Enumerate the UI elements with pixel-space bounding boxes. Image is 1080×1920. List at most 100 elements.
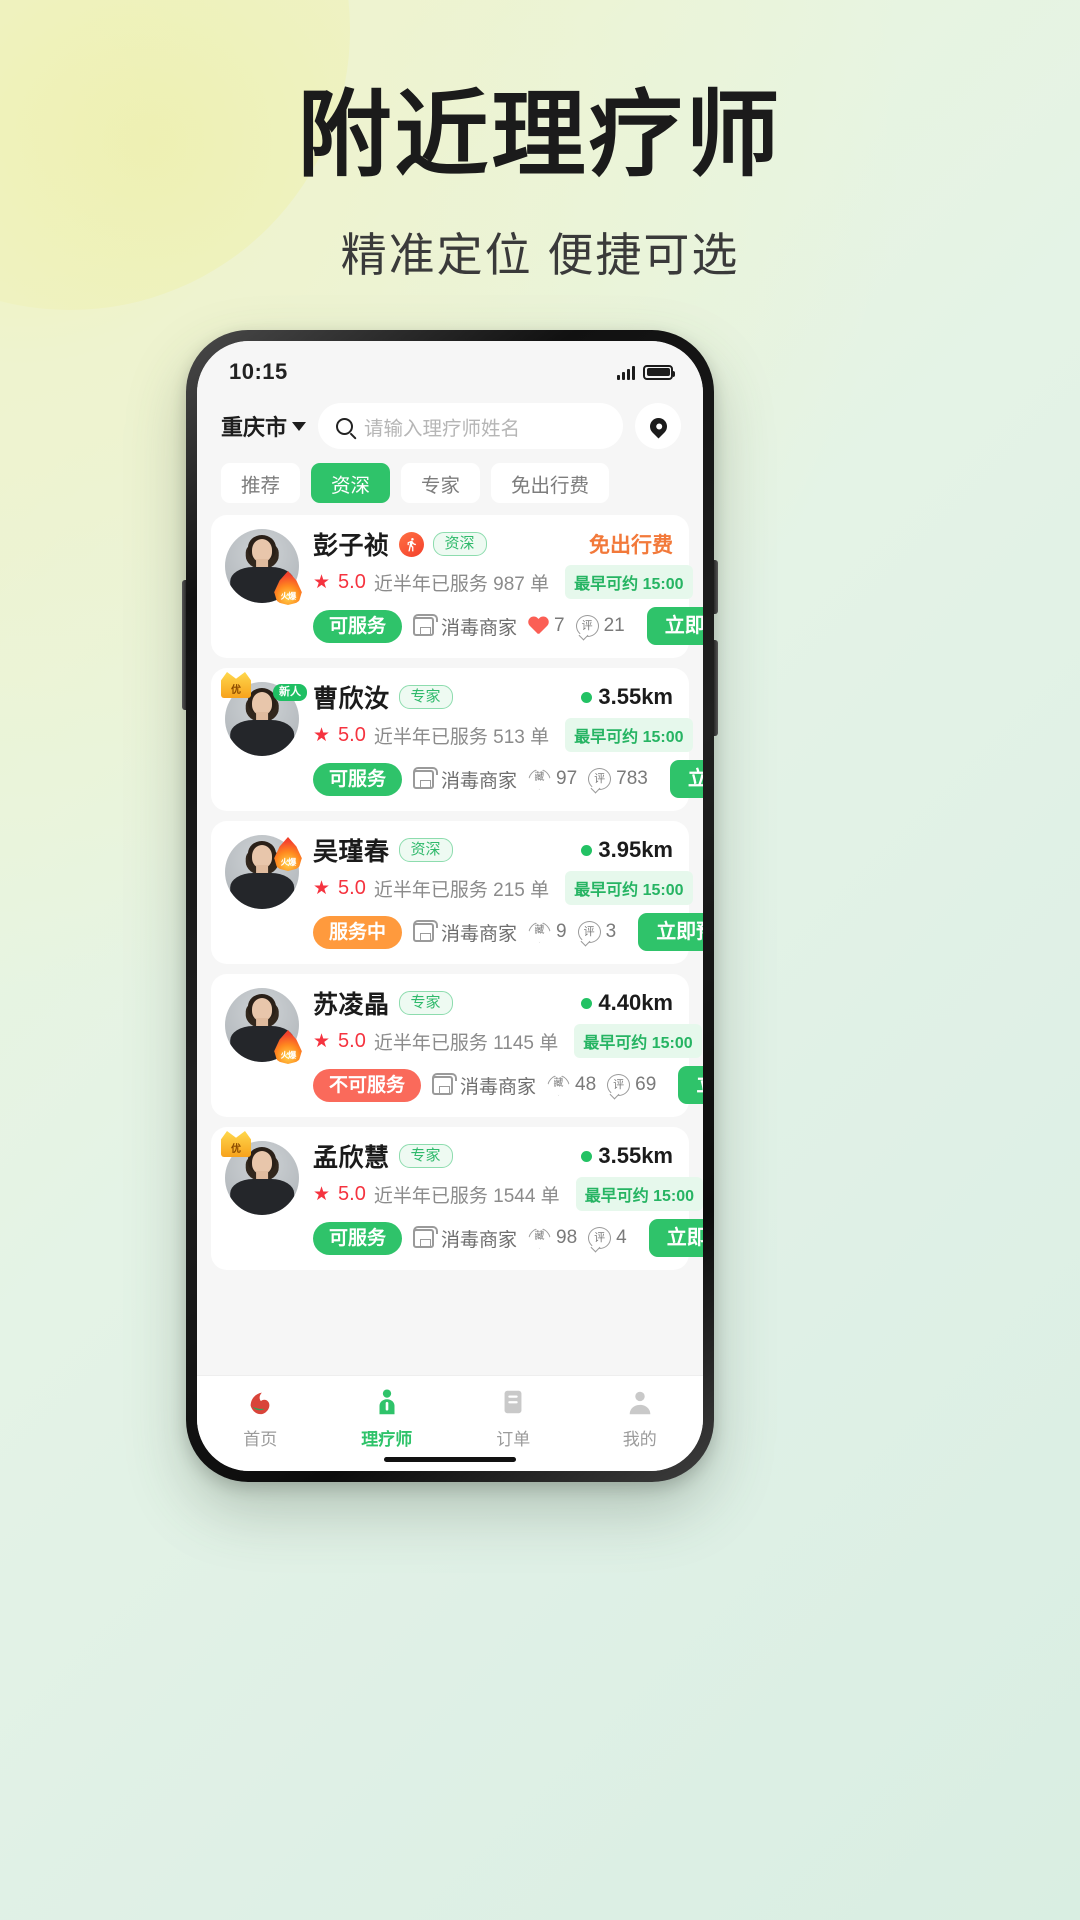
- heart-icon: [528, 617, 549, 636]
- home-indicator: [384, 1457, 516, 1462]
- premium-crown-badge: 优: [221, 672, 251, 698]
- distance-label: 3.95km: [581, 837, 673, 863]
- earliest-slot-badge: 最早可约 15:00: [574, 1024, 702, 1058]
- served-count: 近半年已服务 1145 单: [373, 1032, 559, 1054]
- therapist-name: 彭子祯: [313, 532, 390, 560]
- city-label: 重庆市: [221, 415, 288, 440]
- phone-screen: 10:15 重庆市 请输入理疗师姓名 推荐 资深 专家 免出行费 火爆 彭子祯 …: [197, 341, 703, 1471]
- distance-label: 3.55km: [581, 684, 673, 710]
- comment-count: 3: [605, 921, 617, 942]
- comment-metric: 评 69: [607, 1074, 656, 1096]
- rating-value: 5.0: [338, 876, 366, 899]
- filter-tab-recommended[interactable]: 推荐: [221, 463, 301, 503]
- served-count: 近半年已服务 987 单: [373, 573, 550, 595]
- like-count: 97: [556, 768, 578, 789]
- comment-icon: 评: [575, 615, 599, 637]
- therapist-list[interactable]: 火爆 彭子祯 资深 免出行费 ★ 5.0 近半年已服务 987 单 最早可约 1…: [197, 515, 703, 1375]
- distance-label: 3.55km: [581, 1143, 673, 1169]
- comment-icon: 评: [588, 768, 612, 790]
- comment-count: 21: [603, 615, 625, 636]
- like-metric: 7: [528, 615, 565, 637]
- free-trip-label: 免出行费: [589, 534, 673, 557]
- therapist-name: 苏凌晶: [313, 991, 390, 1019]
- filter-tabs: 推荐 资深 专家 免出行费: [197, 459, 703, 515]
- therapist-card[interactable]: 火爆 彭子祯 资深 免出行费 ★ 5.0 近半年已服务 987 单 最早可约 1…: [211, 515, 703, 658]
- star-icon: ★: [313, 1183, 331, 1205]
- city-selector[interactable]: 重庆市: [221, 410, 307, 442]
- location-dot-icon: [581, 997, 593, 1009]
- therapist-card[interactable]: 火爆 吴瑾春 资深 3.95km ★ 5.0 近半年已服务 215 单 最早可约…: [211, 821, 703, 964]
- comment-count: 4: [616, 1227, 627, 1248]
- distance-label: 4.40km: [581, 990, 673, 1016]
- filter-tab-senior[interactable]: 资深: [311, 463, 391, 503]
- status-time: 10:15: [229, 359, 288, 384]
- comment-icon: 评: [588, 1227, 612, 1249]
- level-tag: 专家: [398, 684, 453, 710]
- like-metric: 藏 97: [528, 768, 577, 790]
- nav-label-profile: 我的: [622, 1430, 657, 1449]
- filter-tab-free-trip[interactable]: 免出行费: [491, 463, 610, 503]
- nav-label-home: 首页: [243, 1430, 278, 1449]
- therapist-info: 曹欣汝 专家 3.55km ★ 5.0 近半年已服务 513 单 最早可约 15…: [313, 682, 703, 798]
- comment-count: 69: [635, 1074, 657, 1095]
- shop-icon: [432, 1072, 458, 1095]
- shop-icon: [413, 1225, 439, 1248]
- nav-item-orders[interactable]: 订单: [450, 1386, 577, 1450]
- sterilized-merchant: 消毒商家: [413, 613, 517, 640]
- location-button[interactable]: [635, 403, 681, 449]
- book-now-button[interactable]: 立即预约: [669, 760, 703, 798]
- earliest-slot-badge: 最早可约 15:00: [565, 871, 693, 905]
- star-icon: ★: [313, 1030, 331, 1052]
- comment-count: 783: [616, 768, 648, 789]
- sterilized-merchant-label: 消毒商家: [460, 1076, 537, 1098]
- like-count: 9: [556, 921, 567, 942]
- nav-item-profile[interactable]: 我的: [577, 1386, 704, 1450]
- search-input[interactable]: 请输入理疗师姓名: [318, 403, 623, 449]
- avatar: 火爆: [225, 835, 302, 909]
- therapist-card[interactable]: 火爆 苏凌晶 专家 4.40km ★ 5.0 近半年已服务 1145 单 最早可…: [211, 974, 703, 1117]
- served-count: 近半年已服务 1544 单: [373, 1185, 560, 1207]
- book-now-button[interactable]: 立即预约: [648, 1219, 703, 1257]
- hot-badge-label: 火爆: [280, 591, 297, 601]
- therapist-card[interactable]: 优 新人 曹欣汝 专家 3.55km ★ 5.0 近半年已服务 513 单 最早…: [211, 668, 703, 811]
- therapist-info: 苏凌晶 专家 4.40km ★ 5.0 近半年已服务 1145 单 最早可约 1…: [313, 988, 703, 1104]
- sterilized-merchant: 消毒商家: [413, 766, 517, 793]
- sterilized-merchant: 消毒商家: [413, 919, 517, 946]
- hot-flame-badge: 火爆: [271, 565, 305, 605]
- like-metric: 藏 9: [528, 921, 567, 943]
- therapist-card[interactable]: 优 孟欣慧 专家 3.55km ★ 5.0 近半年已服务 1544 单 最早可约…: [211, 1127, 703, 1270]
- status-badge: 可服务: [313, 609, 403, 643]
- status-badge: 不可服务: [313, 1068, 422, 1102]
- shop-icon: [413, 919, 439, 942]
- rating-value: 5.0: [338, 723, 366, 746]
- comment-metric: 评 3: [577, 921, 617, 943]
- search-placeholder: 请输入理疗师姓名: [364, 417, 521, 440]
- nav-item-therapist[interactable]: 理疗师: [324, 1386, 451, 1450]
- nav-item-home[interactable]: 首页: [197, 1386, 324, 1450]
- favorite-icon: 藏: [528, 768, 551, 790]
- star-icon: ★: [313, 571, 331, 593]
- status-badge: 可服务: [313, 1221, 403, 1255]
- like-metric: 藏 48: [547, 1074, 596, 1096]
- avatar: 优: [221, 1131, 299, 1215]
- comment-icon: 评: [577, 921, 601, 943]
- level-tag: 专家: [398, 1143, 453, 1169]
- phone-mockup: 10:15 重庆市 请输入理疗师姓名 推荐 资深 专家 免出行费 火爆 彭子祯 …: [182, 330, 718, 1482]
- signal-icon: [617, 365, 635, 380]
- shop-icon: [413, 766, 439, 789]
- earliest-slot-badge: 最早可约 15:00: [565, 718, 693, 752]
- book-now-button[interactable]: 立即预约: [638, 913, 703, 951]
- location-dot-icon: [581, 1150, 593, 1162]
- comment-metric: 评 783: [588, 768, 648, 790]
- star-icon: ★: [313, 877, 331, 899]
- like-count: 7: [554, 615, 565, 636]
- book-now-button[interactable]: 立即预约: [678, 1066, 703, 1104]
- hero-section: 附近理疗师 精准定位 便捷可选: [0, 0, 1080, 285]
- filter-tab-expert[interactable]: 专家: [401, 463, 481, 503]
- book-now-button[interactable]: 立即预约: [646, 607, 703, 645]
- chevron-down-icon: [292, 421, 307, 431]
- avatar: 火爆: [225, 529, 302, 605]
- status-bar: 10:15: [197, 341, 703, 397]
- rating-value: 5.0: [338, 1182, 366, 1205]
- rating-value: 5.0: [338, 570, 366, 593]
